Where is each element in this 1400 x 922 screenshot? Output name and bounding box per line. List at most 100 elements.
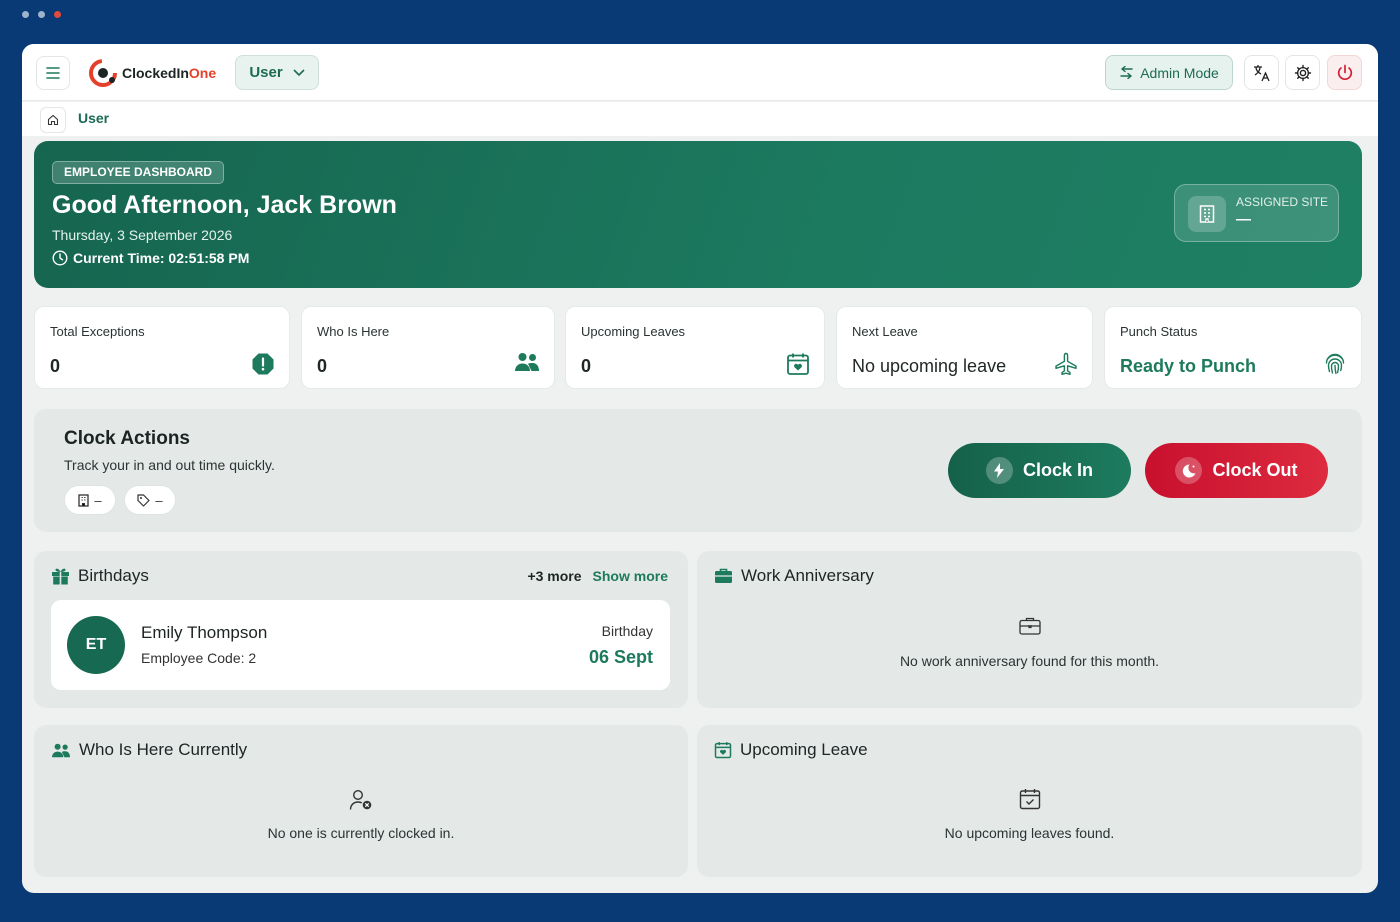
menu-button[interactable]: [36, 56, 70, 90]
people-icon: [515, 353, 539, 371]
logo-mark-icon: [89, 59, 117, 87]
top-bar: ClockedInOne User Admin Mode: [22, 44, 1378, 101]
window-dot[interactable]: [22, 11, 29, 18]
stat-label: Who Is Here: [317, 324, 390, 339]
stat-label: Upcoming Leaves: [581, 324, 686, 339]
breadcrumb: User: [22, 102, 1378, 136]
clock-out-button[interactable]: Clock Out: [1145, 443, 1328, 498]
calendar-heart-icon: [714, 742, 732, 759]
assigned-site-card: ASSIGNED SITE —: [1174, 184, 1339, 242]
stat-label: Punch Status: [1120, 324, 1198, 339]
fingerprint-icon: [1325, 353, 1345, 375]
site-chip[interactable]: –: [64, 485, 116, 515]
birthdays-more: +3 more Show more: [527, 568, 668, 584]
work-anniversary-header: Work Anniversary: [714, 566, 874, 586]
clock-out-label: Clock Out: [1212, 460, 1298, 480]
birthday-card[interactable]: ET Emily Thompson Employee Code: 2 Birth…: [51, 600, 670, 690]
stat-value: 0: [50, 356, 61, 376]
clock-in-label: Clock In: [1022, 460, 1093, 480]
user-x-icon: [34, 789, 688, 811]
stat-next-leave[interactable]: Next Leave No upcoming leave: [836, 306, 1093, 389]
who-is-here-empty: No one is currently clocked in.: [267, 825, 455, 841]
stat-total-exceptions[interactable]: Total Exceptions 0: [34, 306, 290, 389]
birthdays-title: Birthdays: [78, 566, 149, 585]
logo-accent: One: [188, 65, 217, 81]
upcoming-leave-title: Upcoming Leave: [740, 740, 868, 759]
window-dot[interactable]: [38, 11, 45, 18]
stat-label: Total Exceptions: [50, 324, 145, 339]
who-is-here-panel: Who Is Here Currently No one is currentl…: [34, 725, 688, 877]
tag-icon: [137, 493, 150, 507]
welcome-banner: EMPLOYEE DASHBOARD Good Afternoon, Jack …: [34, 141, 1362, 288]
stat-upcoming-leaves[interactable]: Upcoming Leaves 0: [565, 306, 825, 389]
birthday-date: 06 Sept: [588, 647, 653, 667]
chevron-down-icon: [293, 68, 305, 76]
upcoming-leave-empty: No upcoming leaves found.: [944, 825, 1115, 841]
clock-actions-subtitle: Track your in and out time quickly.: [64, 457, 275, 473]
stat-punch-status[interactable]: Punch Status Ready to Punch: [1104, 306, 1362, 389]
birthday-person-name: Emily Thompson: [141, 623, 268, 642]
birthdays-header: Birthdays: [51, 566, 149, 586]
avatar: ET: [67, 616, 125, 674]
logout-button[interactable]: [1327, 55, 1362, 90]
clock-actions-panel: Clock Actions Track your in and out time…: [34, 409, 1362, 532]
upcoming-leave-header: Upcoming Leave: [714, 740, 868, 760]
clock-icon: [52, 250, 68, 266]
translate-icon: [1253, 64, 1270, 81]
show-more-link[interactable]: Show more: [593, 568, 668, 584]
building-icon: [1188, 196, 1226, 232]
stat-value: 0: [581, 356, 592, 376]
work-anniversary-panel: Work Anniversary No work anniversary fou…: [697, 551, 1362, 708]
clock-in-button[interactable]: Clock In: [948, 443, 1131, 498]
settings-button[interactable]: [1285, 55, 1320, 90]
people-icon: [52, 743, 70, 757]
role-dropdown[interactable]: User: [235, 55, 319, 90]
birthdays-panel: Birthdays +3 more Show more ET Emily Tho…: [34, 551, 688, 708]
work-anniversary-empty: No work anniversary found for this month…: [899, 653, 1160, 669]
who-is-here-header: Who Is Here Currently: [51, 740, 247, 760]
bolt-icon: [985, 457, 1013, 484]
home-button[interactable]: [40, 107, 66, 133]
stat-value: No upcoming leave: [852, 356, 1007, 376]
admin-mode-label: Admin Mode: [1140, 64, 1219, 81]
breadcrumb-current[interactable]: User: [78, 110, 109, 126]
swap-icon: [1120, 66, 1133, 79]
role-label: User: [249, 64, 283, 81]
work-anniversary-title: Work Anniversary: [741, 566, 874, 585]
birthday-employee-code: Employee Code: 2: [141, 650, 257, 666]
birthday-kind: Birthday: [601, 623, 653, 639]
alert-icon: [252, 353, 274, 375]
menu-icon: [46, 67, 60, 79]
current-time: Current Time: 02:51:58 PM: [52, 250, 249, 266]
assigned-site-label: ASSIGNED SITE: [1236, 195, 1329, 209]
power-icon: [1337, 64, 1352, 80]
stat-value: 0: [317, 356, 328, 376]
assigned-site-value: —: [1236, 211, 1251, 228]
home-icon: [47, 114, 59, 126]
who-is-here-title: Who Is Here Currently: [79, 740, 248, 759]
logo-text: ClockedInOne: [122, 65, 216, 81]
app-logo[interactable]: ClockedInOne: [88, 58, 216, 88]
building-icon: [78, 493, 90, 507]
tag-chip[interactable]: –: [124, 485, 176, 515]
dashboard-badge: EMPLOYEE DASHBOARD: [52, 161, 225, 184]
current-time-text: Current Time: 02:51:58 PM: [73, 250, 250, 266]
calendar-heart-icon: [787, 353, 809, 375]
stat-who-is-here[interactable]: Who Is Here 0: [301, 306, 555, 389]
gift-icon: [52, 568, 69, 585]
site-chip-value: –: [94, 492, 102, 508]
birthdays-more-count: +3 more: [527, 568, 582, 584]
greeting-title: Good Afternoon, Jack Brown: [52, 191, 397, 219]
window-close-dot[interactable]: [54, 11, 61, 18]
plane-icon: [1055, 352, 1077, 375]
tag-chip-value: –: [155, 492, 163, 508]
stat-value: Ready to Punch: [1120, 356, 1257, 376]
logo-name: ClockedIn: [122, 65, 189, 81]
calendar-check-icon: [697, 788, 1362, 810]
language-button[interactable]: [1244, 55, 1279, 90]
briefcase-icon: [715, 568, 732, 583]
briefcase-outline-icon: [697, 617, 1362, 635]
current-date: Thursday, 3 September 2026: [52, 227, 233, 243]
upcoming-leave-panel: Upcoming Leave No upcoming leaves found.: [697, 725, 1362, 877]
admin-mode-button[interactable]: Admin Mode: [1105, 55, 1233, 90]
